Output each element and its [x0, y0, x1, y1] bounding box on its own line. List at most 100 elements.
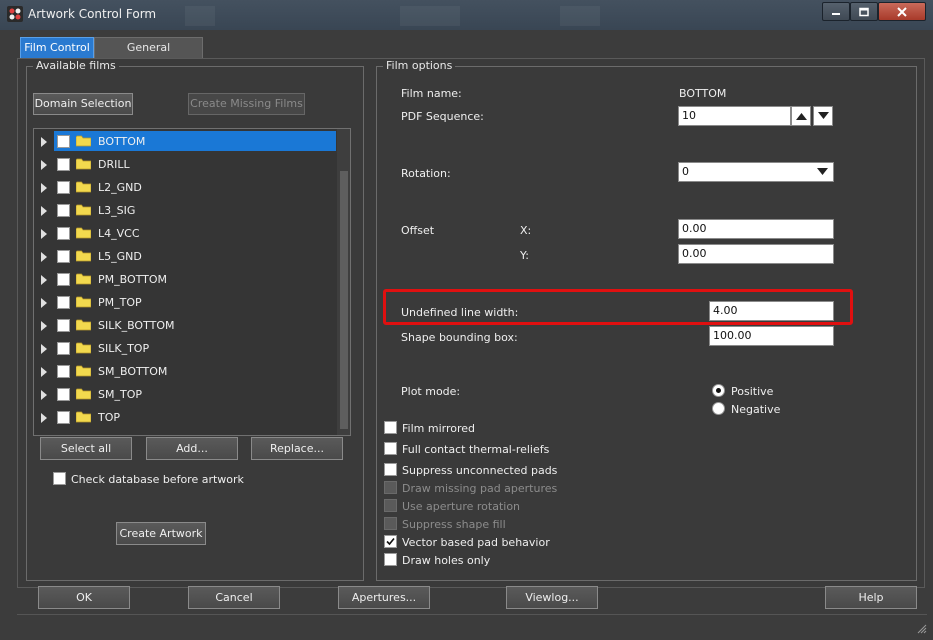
- tree-item-l2-gnd[interactable]: L2_GND: [34, 176, 336, 199]
- film-label: L4_VCC: [98, 227, 140, 240]
- option-checkbox-6[interactable]: [384, 535, 397, 548]
- expand-arrow-icon[interactable]: [41, 321, 47, 331]
- film-label: BOTTOM: [98, 135, 146, 148]
- tree-scrollbar-thumb[interactable]: [340, 171, 348, 429]
- expand-arrow-icon[interactable]: [41, 160, 47, 170]
- option-checkbox-label: Suppress unconnected pads: [402, 464, 558, 477]
- film-checkbox[interactable]: [57, 135, 70, 148]
- check-database-checkbox[interactable]: [53, 472, 66, 485]
- maximize-button[interactable]: [850, 2, 878, 21]
- add-film-button[interactable]: Add...: [146, 437, 238, 460]
- apertures-button[interactable]: Apertures...: [338, 586, 430, 609]
- expand-arrow-icon[interactable]: [41, 252, 47, 262]
- create-artwork-button[interactable]: Create Artwork: [116, 522, 206, 545]
- folder-icon: [76, 135, 91, 147]
- help-button[interactable]: Help: [825, 586, 917, 609]
- pdf-sequence-up-button[interactable]: [791, 106, 811, 126]
- plot-mode-positive-radio[interactable]: [712, 384, 725, 397]
- ok-button[interactable]: OK: [38, 586, 130, 609]
- option-checkbox-1[interactable]: [384, 442, 397, 455]
- offset-x-field[interactable]: 0.00: [678, 219, 834, 239]
- tree-item-l5-gnd[interactable]: L5_GND: [34, 245, 336, 268]
- tree-item-l4-vcc[interactable]: L4_VCC: [34, 222, 336, 245]
- select-all-button[interactable]: Select all: [40, 437, 132, 460]
- film-checkbox[interactable]: [57, 181, 70, 194]
- option-checkbox-label: Suppress shape fill: [402, 518, 506, 531]
- resize-grip-icon[interactable]: [917, 624, 927, 634]
- option-checkbox-3[interactable]: [384, 481, 397, 494]
- rotation-select[interactable]: 0: [678, 162, 834, 182]
- film-checkbox[interactable]: [57, 273, 70, 286]
- expand-arrow-icon[interactable]: [41, 413, 47, 423]
- close-button[interactable]: [878, 2, 926, 21]
- title-bar[interactable]: Artwork Control Form: [0, 0, 933, 30]
- film-checkbox[interactable]: [57, 365, 70, 378]
- expand-arrow-icon[interactable]: [41, 390, 47, 400]
- create-missing-films-button[interactable]: Create Missing Films: [188, 93, 305, 115]
- domain-selection-button[interactable]: Domain Selection: [33, 93, 133, 115]
- expand-arrow-icon[interactable]: [41, 229, 47, 239]
- tree-item-top[interactable]: TOP: [34, 406, 336, 429]
- replace-film-button[interactable]: Replace...: [251, 437, 343, 460]
- viewlog-button[interactable]: Viewlog...: [506, 586, 598, 609]
- film-checkbox[interactable]: [57, 227, 70, 240]
- film-checkbox[interactable]: [57, 319, 70, 332]
- option-checkbox-2[interactable]: [384, 463, 397, 476]
- film-checkbox[interactable]: [57, 342, 70, 355]
- option-checkbox-7[interactable]: [384, 553, 397, 566]
- expand-arrow-icon[interactable]: [41, 275, 47, 285]
- expand-arrow-icon[interactable]: [41, 183, 47, 193]
- film-label: L5_GND: [98, 250, 142, 263]
- tree-item-sm-top[interactable]: SM_TOP: [34, 383, 336, 406]
- status-bar: [17, 614, 927, 635]
- tree-item-pm-bottom[interactable]: PM_BOTTOM: [34, 268, 336, 291]
- film-label: L3_SIG: [98, 204, 136, 217]
- arrow-up-icon: [796, 113, 807, 120]
- offset-y-field[interactable]: 0.00: [678, 244, 834, 264]
- tree-item-bottom[interactable]: BOTTOM: [34, 130, 336, 153]
- pdf-sequence-field[interactable]: 10: [678, 106, 791, 126]
- expand-arrow-icon[interactable]: [41, 344, 47, 354]
- tree-item-pm-top[interactable]: PM_TOP: [34, 291, 336, 314]
- option-checkbox-0[interactable]: [384, 421, 397, 434]
- folder-icon: [76, 158, 91, 170]
- folder-icon: [76, 273, 91, 285]
- pdf-sequence-down-button[interactable]: [813, 106, 833, 126]
- expand-arrow-icon[interactable]: [41, 206, 47, 216]
- tab-film-control[interactable]: Film Control: [20, 37, 94, 59]
- film-checkbox[interactable]: [57, 296, 70, 309]
- tree-item-silk-top[interactable]: SILK_TOP: [34, 337, 336, 360]
- film-tree[interactable]: BOTTOM DRILL L2_GND L3_SIG L4_VCC L5_GND PM_BO…: [33, 128, 351, 436]
- expand-arrow-icon[interactable]: [41, 298, 47, 308]
- tree-item-l3-sig[interactable]: L3_SIG: [34, 199, 336, 222]
- check-database-label: Check database before artwork: [71, 473, 244, 486]
- minimize-button[interactable]: [822, 2, 850, 21]
- expand-arrow-icon[interactable]: [41, 137, 47, 147]
- tab-general-parameters[interactable]: General Parameters: [94, 37, 203, 74]
- film-label: SM_BOTTOM: [98, 365, 168, 378]
- plot-mode-negative-radio[interactable]: [712, 402, 725, 415]
- tree-item-silk-bottom[interactable]: SILK_BOTTOM: [34, 314, 336, 337]
- film-options-title: Film options: [383, 59, 456, 72]
- folder-icon: [76, 250, 91, 262]
- option-checkbox-5[interactable]: [384, 517, 397, 530]
- option-checkbox-label: Use aperture rotation: [402, 500, 521, 513]
- folder-icon: [76, 296, 91, 308]
- film-checkbox[interactable]: [57, 250, 70, 263]
- minimize-icon: [832, 12, 840, 15]
- film-label: SILK_BOTTOM: [98, 319, 175, 332]
- expand-arrow-icon[interactable]: [41, 367, 47, 377]
- offset-label: Offset: [401, 224, 435, 237]
- film-checkbox[interactable]: [57, 204, 70, 217]
- film-checkbox[interactable]: [57, 411, 70, 424]
- option-checkbox-4[interactable]: [384, 499, 397, 512]
- film-checkbox[interactable]: [57, 388, 70, 401]
- film-checkbox[interactable]: [57, 158, 70, 171]
- folder-icon: [76, 319, 91, 331]
- shape-bounding-box-field[interactable]: 100.00: [709, 326, 834, 346]
- tree-item-drill[interactable]: DRILL: [34, 153, 336, 176]
- offset-x-label: X:: [520, 224, 532, 237]
- tree-item-sm-bottom[interactable]: SM_BOTTOM: [34, 360, 336, 383]
- cancel-button[interactable]: Cancel: [188, 586, 280, 609]
- tree-scrollbar[interactable]: [337, 129, 350, 435]
